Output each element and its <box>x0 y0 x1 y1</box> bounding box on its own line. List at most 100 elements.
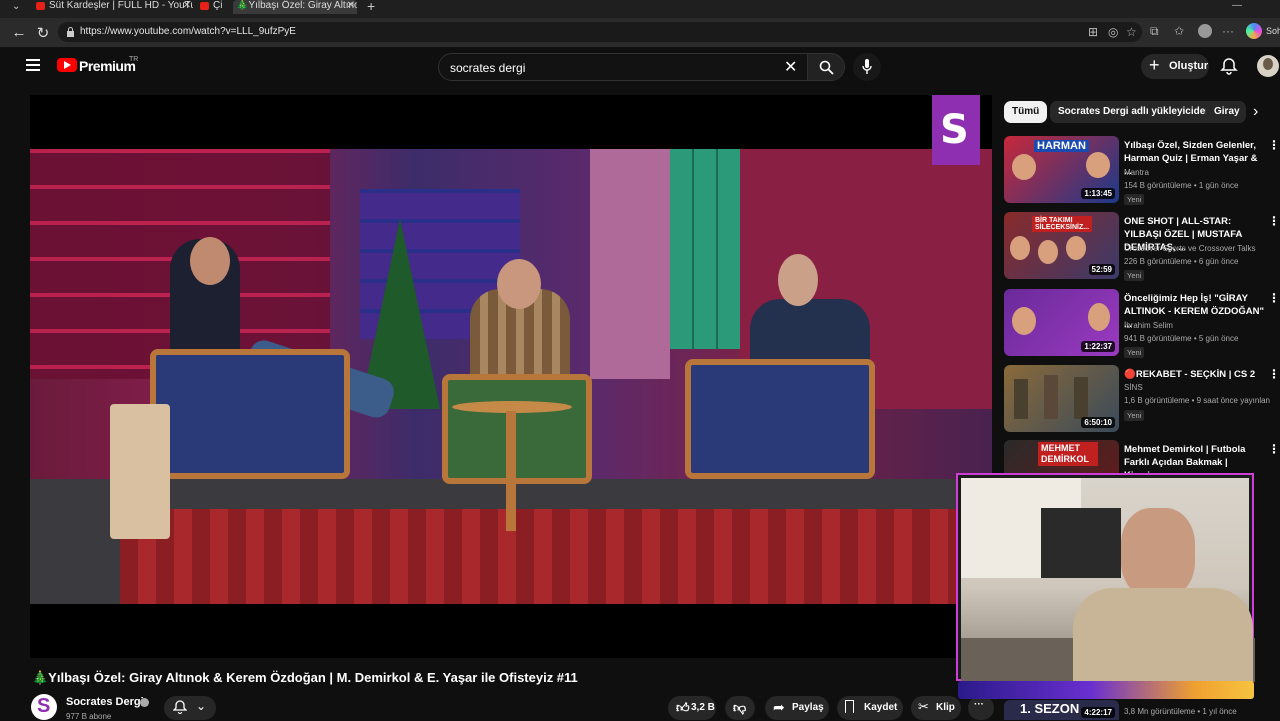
new-badge: Yeni <box>1124 410 1145 421</box>
more-vert-icon[interactable]: ⋮ <box>1268 367 1280 381</box>
streamer-face <box>1121 508 1195 598</box>
new-tab-button[interactable]: + <box>367 0 375 14</box>
recommendation-meta: 154 B görüntüleme • 1 gün önce <box>1124 181 1239 190</box>
notifications-bell-icon[interactable] <box>1220 57 1238 75</box>
channel-name[interactable]: Socrates Dergi <box>66 696 144 708</box>
video-title: 🎄Yılbaşı Özel: Giray Altınok & Kerem Özd… <box>32 670 578 685</box>
thumbnail-text: MEHMET DEMİRKOL <box>1038 442 1098 466</box>
youtube-logo-icon[interactable] <box>57 58 77 72</box>
thumbs-up-icon: 👍︎ <box>676 700 690 715</box>
chip-all[interactable]: Tümü <box>1004 101 1048 123</box>
share-button[interactable]: ➦ Paylaş <box>765 696 829 720</box>
video-duration: 1:22:37 <box>1081 341 1115 352</box>
recommendation-channel: SİNS <box>1124 383 1143 392</box>
browser-toolbar: ← ↻ https://www.youtube.com/watch?v=LLL_… <box>0 18 1280 48</box>
recommendation-item[interactable]: 1:22:37 Önceliğimiz Hep İş! "GİRAY ALTIN… <box>1004 289 1280 361</box>
microphone-icon <box>862 59 872 74</box>
close-tab-icon[interactable]: ✕ <box>183 0 191 12</box>
share-label: Paylaş <box>792 702 824 713</box>
reload-icon[interactable]: ↻ <box>34 24 52 42</box>
streamer-hoodie <box>1073 588 1253 682</box>
favorites-icon[interactable]: ✩ <box>1174 24 1184 38</box>
favorite-star-icon[interactable]: ☆ <box>1126 25 1137 39</box>
video-thumbnail[interactable]: 6:50:10 <box>1004 365 1119 432</box>
channel-watermark: S <box>932 95 980 165</box>
chevron-right-icon[interactable]: › <box>1253 103 1258 121</box>
recommendation-channel: İbrahim Selim <box>1124 321 1173 330</box>
save-label: Kaydet <box>864 702 898 713</box>
tab-list-chevron-icon[interactable]: ⌄ <box>12 1 20 12</box>
youtube-favicon-icon <box>200 2 209 10</box>
tab-second[interactable]: Çi <box>197 0 231 14</box>
more-options-icon[interactable]: ··· <box>1222 24 1234 38</box>
video-thumbnail[interactable]: HARMAN 1:13:45 <box>1004 136 1119 203</box>
webcam-frame <box>956 473 1255 682</box>
save-button[interactable]: Kaydet <box>837 696 903 720</box>
minimize-icon[interactable]: — <box>1232 0 1242 11</box>
recommendation-meta: 941 B görüntüleme • 5 gün önce <box>1124 334 1239 343</box>
tab-sut-kardesler[interactable]: Süt Kardeşler | FULL HD - YouTube ✕ <box>33 0 193 14</box>
video-duration: 52:59 <box>1088 264 1115 275</box>
chevron-down-icon: ⌄ <box>196 699 207 713</box>
search-icon <box>819 60 834 75</box>
copilot-icon[interactable] <box>1246 23 1262 39</box>
chair-middle <box>442 374 592 484</box>
more-vert-icon[interactable]: ⋮ <box>1268 214 1280 228</box>
more-vert-icon[interactable]: ⋮ <box>1268 138 1280 152</box>
more-vert-icon[interactable]: ⋮ <box>1268 291 1280 305</box>
create-button[interactable]: + Oluştur <box>1141 54 1209 79</box>
recommendation-item[interactable]: BİR TAKIMI SİLECEKSİNİZ... 52:59 ONE SHO… <box>1004 212 1280 284</box>
recommendation-item[interactable]: HARMAN 1:13:45 Yılbaşı Özel, Sizden Gele… <box>1004 136 1280 208</box>
chip-from-uploader[interactable]: Socrates Dergi adlı yükleyiciden <box>1050 101 1220 123</box>
channel-avatar[interactable]: S <box>31 694 57 720</box>
video-duration: 6:50:10 <box>1081 417 1115 428</box>
voice-search-button[interactable] <box>853 53 881 81</box>
subscription-notifications-button[interactable]: ⌄ <box>164 696 216 720</box>
user-avatar[interactable] <box>1257 55 1279 77</box>
verified-icon <box>140 698 149 707</box>
dislike-button[interactable]: 👎︎ <box>725 696 755 720</box>
back-icon[interactable]: ← <box>10 24 28 41</box>
recommendation-meta: 226 B görüntüleme • 6 gün önce <box>1124 257 1239 266</box>
video-thumbnail[interactable]: 1:22:37 <box>1004 289 1119 356</box>
recommendation-meta: 1,6 B görüntüleme • 9 saat önce yayınlan <box>1124 396 1271 405</box>
webcam-overlay <box>950 467 1268 705</box>
extensions-icon[interactable]: ⧉ <box>1150 24 1159 39</box>
stool-left <box>110 404 170 539</box>
chip-giray[interactable]: Giray <box>1206 101 1246 123</box>
video-player[interactable]: S <box>30 95 992 658</box>
more-vert-icon[interactable]: ⋮ <box>1268 442 1280 456</box>
tracking-icon[interactable]: ◎ <box>1108 25 1118 39</box>
lock-icon <box>67 27 74 37</box>
range-hood <box>1041 508 1121 578</box>
thumbs-down-icon: 👎︎ <box>733 700 747 715</box>
bookmark-icon <box>845 700 854 713</box>
search-input[interactable]: socrates dergi ✕ <box>438 53 808 81</box>
clear-search-icon[interactable]: ✕ <box>784 57 797 77</box>
search-button[interactable] <box>807 53 845 81</box>
close-tab-icon[interactable]: ✕ <box>347 0 355 12</box>
video-thumbnail[interactable]: BİR TAKIMI SİLECEKSİNİZ... 52:59 <box>1004 212 1119 279</box>
webcam-bar <box>958 681 1254 699</box>
bell-icon <box>173 700 187 714</box>
address-bar[interactable]: https://www.youtube.com/watch?v=LLL_9ufz… <box>58 22 1142 42</box>
browser-tab-bar: ⌄ Süt Kardeşler | FULL HD - YouTube ✕ Çi… <box>0 0 1280 18</box>
url-text: https://www.youtube.com/watch?v=LLL_9ufz… <box>80 26 296 37</box>
thumbnail-text: BİR TAKIMI SİLECEKSİNİZ... <box>1032 216 1092 232</box>
create-label: Oluştur <box>1169 60 1209 72</box>
region-code: TR <box>129 56 139 63</box>
pillar <box>590 149 670 379</box>
hamburger-menu-icon[interactable] <box>26 59 40 71</box>
new-badge: Yeni <box>1124 270 1145 281</box>
new-badge: Yeni <box>1124 347 1145 358</box>
profile-avatar-icon[interactable] <box>1198 24 1212 38</box>
like-button[interactable]: 👍︎ 3,2 B <box>668 696 716 720</box>
recommendation-meta: 3,8 Mn görüntüleme • 1 yıl önce <box>1124 707 1237 716</box>
plus-icon: + <box>1149 55 1160 75</box>
recommendation-item[interactable]: 6:50:10 🔴REKABET - SEÇKİN | CS 2 SİNS 1,… <box>1004 365 1280 437</box>
youtube-brand[interactable]: Premium <box>79 58 136 74</box>
scissors-icon: ✂ <box>918 699 929 714</box>
tab-active-video[interactable]: 🎄Yılbaşı Özel: Giray Altınok & ✕ <box>233 0 357 14</box>
app-install-icon[interactable]: ⊞ <box>1088 25 1098 39</box>
youtube-favicon-icon <box>36 2 45 10</box>
